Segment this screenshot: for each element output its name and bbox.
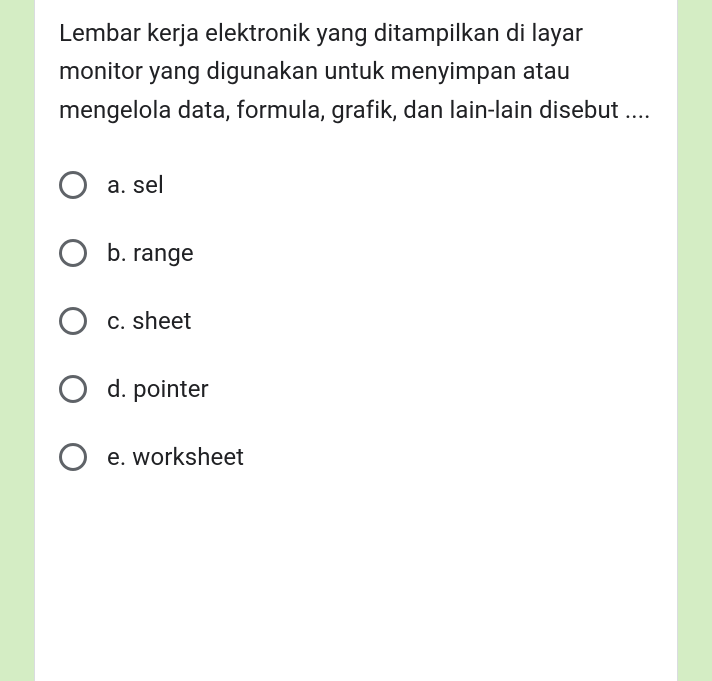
option-label: c. sheet: [107, 307, 192, 335]
radio-icon: [59, 239, 87, 267]
question-card: Lembar kerja elektronik yang ditampilkan…: [34, 0, 678, 681]
option-b[interactable]: b. range: [59, 227, 653, 279]
question-text: Lembar kerja elektronik yang ditampilkan…: [59, 0, 653, 159]
radio-icon: [59, 375, 87, 403]
option-label: a. sel: [107, 171, 164, 199]
radio-icon: [59, 171, 87, 199]
radio-icon: [59, 443, 87, 471]
option-e[interactable]: e. worksheet: [59, 431, 653, 483]
option-a[interactable]: a. sel: [59, 159, 653, 211]
radio-icon: [59, 307, 87, 335]
option-label: b. range: [107, 239, 194, 267]
option-label: e. worksheet: [107, 443, 244, 471]
options-group: a. sel b. range c. sheet d. pointer e. w…: [59, 159, 653, 483]
option-c[interactable]: c. sheet: [59, 295, 653, 347]
option-label: d. pointer: [107, 375, 209, 403]
option-d[interactable]: d. pointer: [59, 363, 653, 415]
